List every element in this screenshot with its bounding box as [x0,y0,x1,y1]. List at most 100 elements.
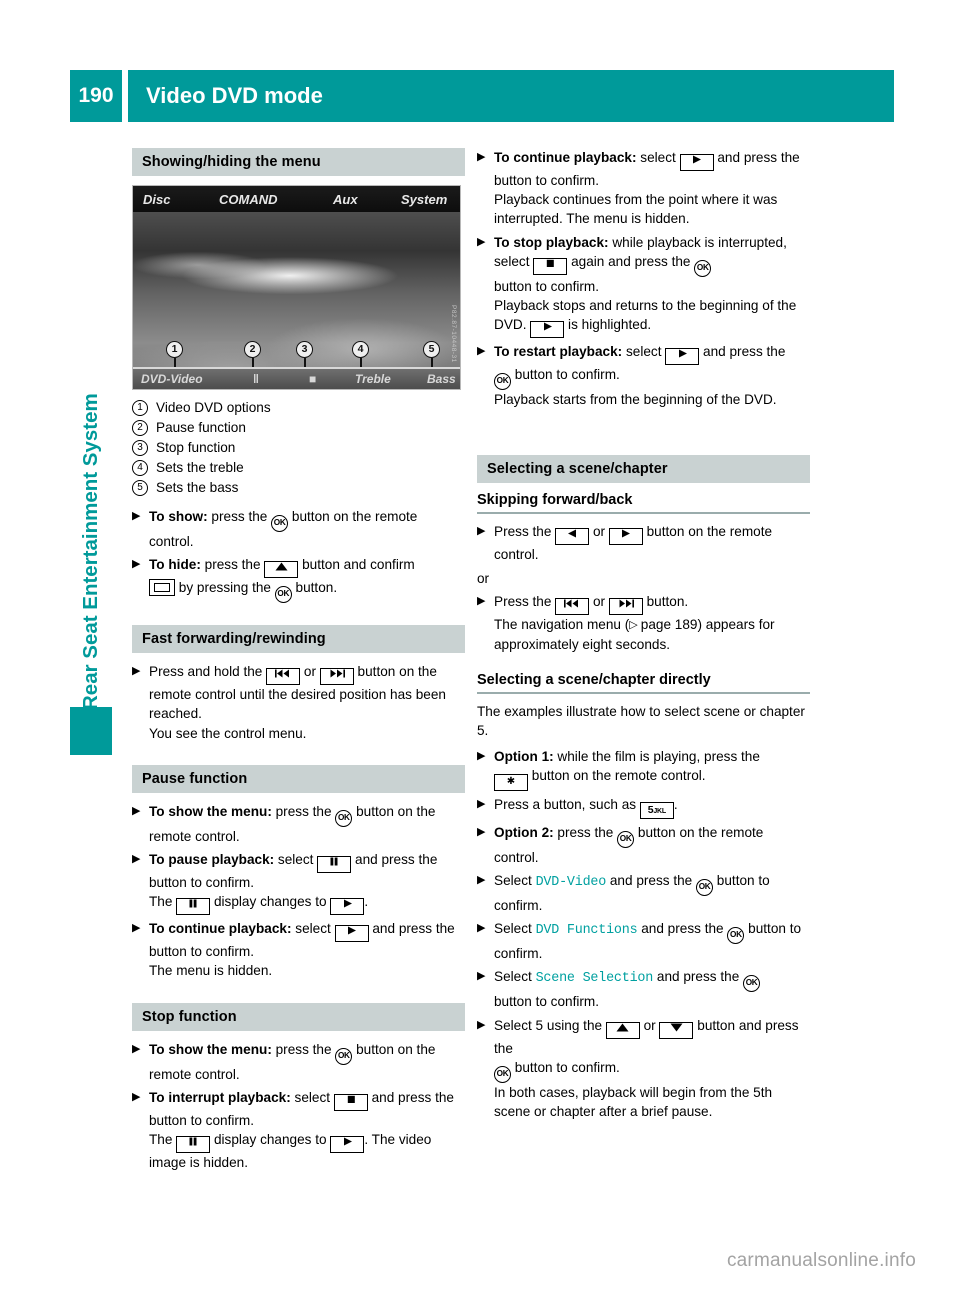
step-bullet-icon: ▶ [477,749,486,762]
step-label: To interrupt playback: [149,1089,291,1105]
step-bullet-icon: ▶ [477,235,486,248]
step-bullet-icon: ▶ [132,853,141,866]
skip-forward-button-icon [608,597,643,615]
step-text: The navigation menu ( [494,616,630,632]
figure-label-dvd-video: DVD-Video [141,372,203,386]
legend-number: 1 [132,400,148,416]
play-button-icon [334,925,369,943]
skip-back-button-icon [266,668,301,686]
heading-pause-function: Pause function [132,764,465,793]
figure-callout-3: 3 [296,341,313,358]
step-text: The menu is hidden. [149,963,273,979]
play-button-icon [330,898,365,916]
step-text: and press the [699,344,786,360]
step-text: . [364,894,369,910]
step-text: button to confirm. [494,994,600,1010]
menu-item-dvd-functions: DVD Functions [535,923,638,939]
legend-label: Sets the bass [156,480,239,495]
step-text: select [622,344,666,360]
ok-button-icon: OK [335,809,353,827]
step-label: To continue playback: [494,150,637,165]
figure-menu-aux: Aux [333,191,358,207]
step-text: and press the [653,969,744,985]
figure-credit: P82.87-10448-31 [450,305,457,363]
legend-label: Stop function [156,440,236,455]
step-option-1: ▶ Option 1: while the film is playing, pr… [477,747,810,791]
legend-number: 2 [132,420,148,436]
arrow-up-button-icon [605,1021,640,1039]
step-bullet-icon: ▶ [477,874,486,887]
figure-menu-system: System [401,191,448,207]
step-text: Press a button, such as [494,796,640,812]
step-label: To pause playback: [149,852,275,868]
legend-label: Pause function [156,420,246,435]
step-label: To restart playback: [494,344,623,360]
step-label: To show the menu: [149,1041,272,1057]
dvd-screen-figure: Disc COMAND Aux System P82.87-10448-31 1… [132,185,461,390]
heading-showing-hiding-menu: Showing/hiding the menu [132,148,465,176]
pause-button-icon [176,898,211,916]
step-pause-playback: ▶ To pause playback: select and press the… [132,850,465,916]
step-text: press the [207,509,272,524]
ok-button-icon: OK [727,927,745,945]
skip-back-button-icon [555,597,590,615]
ok-button-icon: OK [743,975,761,993]
manual-page: 190 Video DVD mode Rear Seat Entertainme… [0,0,960,1302]
step-text: select [290,1089,334,1105]
pause-button-icon [317,856,352,874]
step-label: To continue playback: [149,921,292,937]
arrow-down-button-icon [659,1021,694,1039]
step-text: button. [291,580,338,596]
play-button-icon [665,348,700,366]
legend-item: 4 Sets the treble [132,458,465,478]
figure-label-treble: Treble [355,372,391,386]
step-text: and press the [367,1089,454,1105]
play-button-icon [679,154,714,171]
asterisk-button-icon: ✱ [494,773,528,791]
step-text: Playback continues from the point where … [494,192,778,227]
step-bullet-icon: ▶ [477,970,486,983]
step-text: or [589,593,609,609]
watermark: carmanualsonline.info [726,1250,916,1271]
step-text: press the [271,803,336,819]
step-bullet-icon: ▶ [132,558,141,571]
step-text: The [149,894,177,910]
play-button-icon [530,321,565,339]
figure-top-menu: Disc COMAND Aux System [133,186,460,212]
step-bullet-icon: ▶ [132,665,141,678]
step-bullet-icon: ▶ [132,510,141,522]
stop-icon: ■ [309,372,317,386]
step-text: button to confirm. [149,1112,255,1128]
step-select-dvd-functions: ▶ Select DVD Functions and press the OK b… [477,919,810,963]
legend-number: 5 [132,480,148,496]
step-text: press the [553,824,618,840]
step-text: select [274,852,318,868]
fullscreen-frame-icon [149,579,175,597]
legend-item: 3 Stop function [132,438,465,458]
step-select-5: ▶ Select 5 using the or button and press … [477,1016,810,1122]
cross-reference-label: page 189 [640,616,698,632]
heading-stop-function: Stop function [132,1002,465,1031]
right-column: ▶ To continue playback: select and press … [477,148,810,1125]
step-text: . [673,796,678,812]
legend-label: Sets the treble [156,460,244,475]
step-option-2: ▶ Option 2: press the OK button on the re… [477,823,810,867]
step-text: Press the [494,524,556,540]
step-bullet-icon: ▶ [132,1042,141,1055]
figure-callout-4: 4 [352,341,369,358]
step-skip-arrow-buttons: ▶ Press the or button on the remote contr… [477,522,810,564]
figure-legend: 1 Video DVD options 2 Pause function 3 S… [132,398,465,498]
step-text: select [291,921,335,937]
step-text: press the [200,557,265,573]
step-label: Option 1: [494,748,554,764]
keypad-5-button-icon: 5JKL [639,801,674,819]
stop-button-icon [533,257,568,275]
ok-button-icon: OK [335,1047,353,1065]
legend-item: 1 Video DVD options [132,398,465,418]
section-tab-marker [70,707,112,755]
step-text: button to confirm. [511,1059,620,1075]
step-text: Select 5 using the [494,1017,606,1033]
ok-button-icon: OK [694,259,712,277]
step-bullet-icon: ▶ [132,804,141,817]
step-text: button to confirm. [494,173,600,188]
